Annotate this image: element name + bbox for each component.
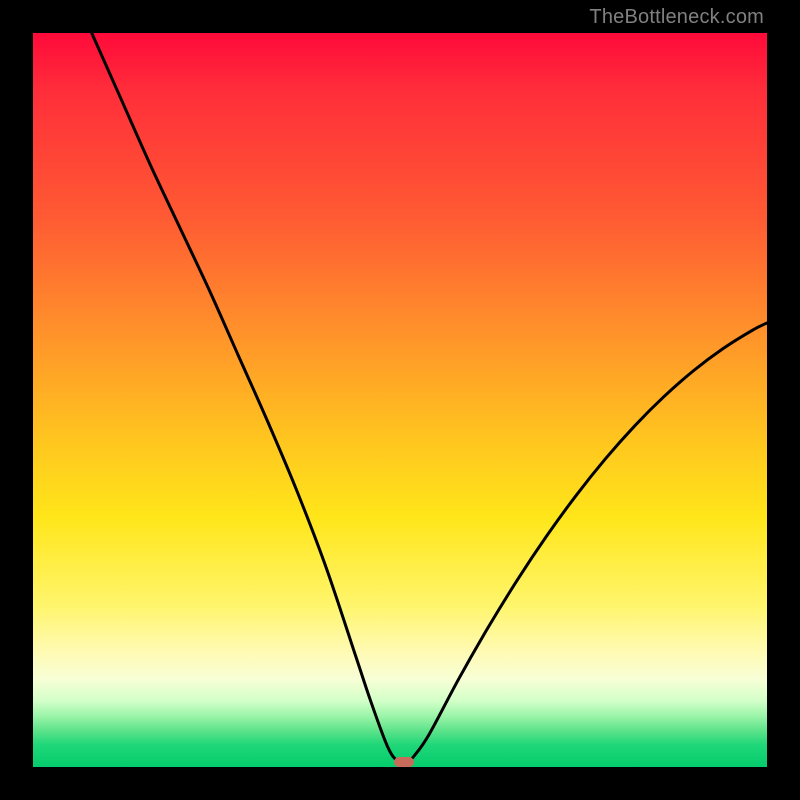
plot-area	[33, 33, 767, 767]
watermark-text: TheBottleneck.com	[589, 6, 764, 29]
chart-frame: TheBottleneck.com	[0, 0, 800, 800]
bottleneck-curve	[33, 33, 767, 767]
optimum-marker	[394, 757, 414, 767]
